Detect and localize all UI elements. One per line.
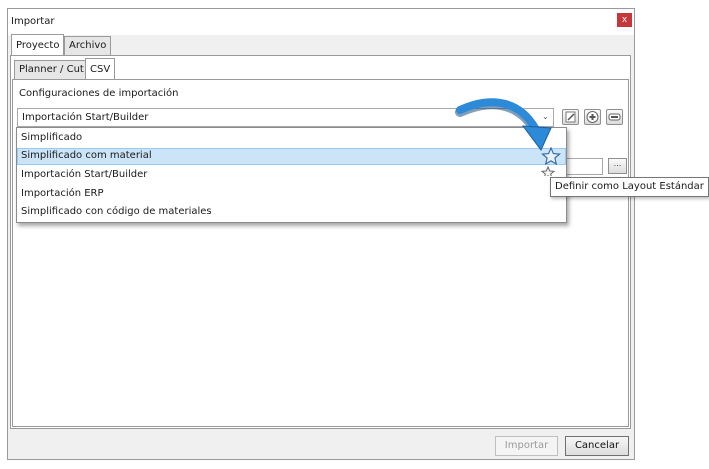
remove-settings-button[interactable]	[606, 109, 623, 125]
remove-icon	[608, 113, 621, 121]
option-importacion-start-builder[interactable]: Importación Start/Builder	[21, 166, 561, 184]
import-settings-label: Configuraciones de importación	[19, 88, 179, 99]
option-simplificado-codigo-materiales[interactable]: Simplificado con código de materiales	[21, 203, 561, 221]
add-icon	[586, 111, 599, 123]
import-button[interactable]: Importar	[495, 436, 558, 456]
close-button[interactable]: x	[617, 13, 632, 27]
edit-settings-button[interactable]	[562, 109, 579, 125]
tab-archivo[interactable]: Archivo	[64, 36, 112, 55]
title-bar	[7, 8, 635, 35]
cancel-button[interactable]: Cancelar	[565, 436, 629, 456]
tooltip: Definir como Layout Estándar	[550, 177, 709, 197]
window-title: Importar	[11, 16, 55, 27]
option-importacion-erp[interactable]: Importación ERP	[21, 185, 561, 203]
pointer-arrow-icon	[455, 98, 552, 151]
edit-icon	[565, 111, 576, 123]
star-icon-partial[interactable]	[541, 166, 555, 176]
add-settings-button[interactable]	[584, 109, 601, 125]
tab-planner-cut[interactable]: Planner / Cut	[14, 60, 89, 79]
background-field[interactable]	[567, 158, 603, 175]
browse-button[interactable]: ...	[608, 158, 627, 174]
tab-proyecto[interactable]: Proyecto	[11, 34, 65, 55]
tab-csv[interactable]: CSV	[85, 58, 116, 79]
